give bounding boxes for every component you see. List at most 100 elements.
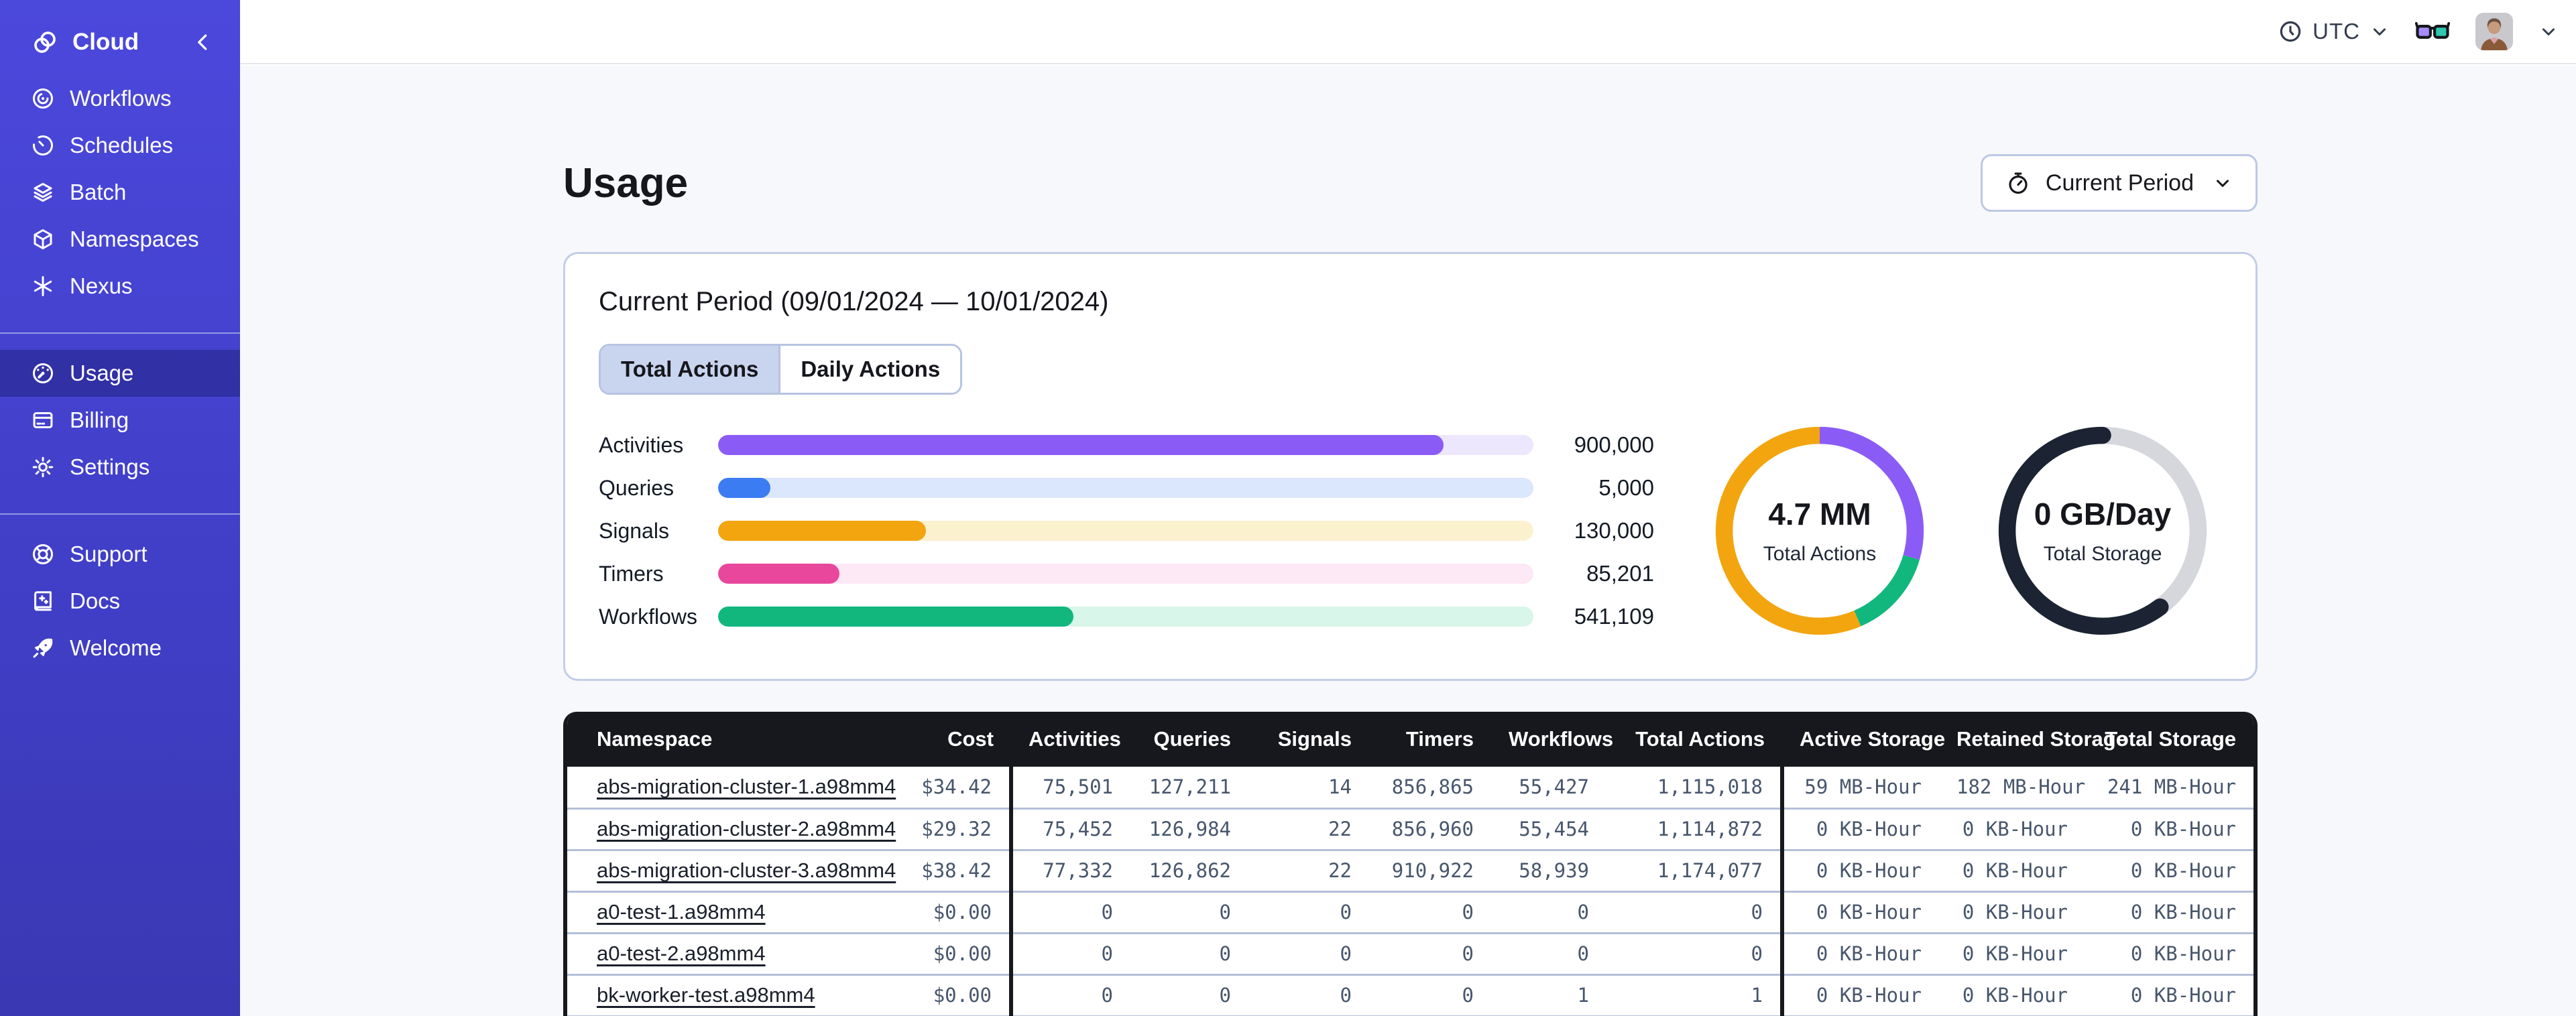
sidebar: Cloud Workflows Schedules Batch Namespaces N… xyxy=(0,0,240,1016)
column-header-cost: Cost xyxy=(843,712,1011,767)
namespace-link[interactable]: a0-test-2.a98mm4 xyxy=(597,942,766,965)
table-row: abs-migration-cluster-2.a98mm4 $29.32 75,4… xyxy=(567,807,2253,850)
sidebar-item-docs[interactable]: Docs xyxy=(0,578,240,625)
page-title: Usage xyxy=(563,160,689,206)
sidebar-item-label: Workflows xyxy=(70,86,172,111)
cell-timers: 910,922 xyxy=(1369,848,1491,891)
cell-signals: 14 xyxy=(1248,767,1369,808)
namespace-link[interactable]: abs-migration-cluster-1.a98mm4 xyxy=(597,775,896,798)
namespace-link[interactable]: abs-migration-cluster-3.a98mm4 xyxy=(597,859,896,882)
sidebar-item-schedules[interactable]: Schedules xyxy=(0,122,240,169)
donut-label: Total Actions xyxy=(1763,543,1877,565)
cell-total_storage: 241 MB-Hour xyxy=(2085,767,2253,808)
donut-total-storage: 0 GB/Day Total Storage xyxy=(1983,411,2222,650)
cell-activities: 75,452 xyxy=(1009,807,1130,850)
column-header-total_actions: Total Actions xyxy=(1606,712,1782,767)
table-row: abs-migration-cluster-1.a98mm4 $34.42 75,5… xyxy=(567,767,2253,808)
settings-icon xyxy=(31,455,55,479)
chevron-left-icon[interactable] xyxy=(193,32,213,52)
cell-total_storage: 0 KB-Hour xyxy=(2085,932,2253,974)
bar-value: 130,000 xyxy=(1574,518,1654,543)
chevron-down-icon xyxy=(2213,173,2233,193)
period-selector-button[interactable]: Current Period xyxy=(1980,154,2258,212)
card-title: Current Period (09/01/2024 — 10/01/2024) xyxy=(599,287,1109,316)
usage-icon xyxy=(31,361,55,385)
cell-total_actions: 0 xyxy=(1606,890,1782,933)
sidebar-item-nexus[interactable]: Nexus xyxy=(0,263,240,310)
sidebar-item-label: Nexus xyxy=(70,273,133,298)
sidebar-item-welcome[interactable]: Welcome xyxy=(0,625,240,672)
sidebar-item-label: Docs xyxy=(70,588,121,613)
avatar[interactable] xyxy=(2475,13,2513,50)
bar-track xyxy=(718,478,1533,498)
namespace-link[interactable]: bk-worker-test.a98mm4 xyxy=(597,983,815,1007)
cell-signals: 0 xyxy=(1248,973,1369,1016)
billing-icon xyxy=(31,408,55,432)
cell-timers: 856,960 xyxy=(1369,807,1491,850)
cell-queries: 127,211 xyxy=(1130,767,1248,808)
bar-track xyxy=(718,521,1533,541)
sidebar-item-namespaces[interactable]: Namespaces xyxy=(0,216,240,263)
chevron-down-icon xyxy=(2369,21,2390,42)
docs-icon xyxy=(31,589,55,613)
sidebar-item-settings[interactable]: Settings xyxy=(0,444,240,491)
tab-total-actions[interactable]: Total Actions xyxy=(601,346,779,393)
timezone-selector[interactable]: UTC xyxy=(2278,19,2390,44)
bar-track xyxy=(718,564,1533,584)
stopwatch-icon xyxy=(2005,170,2031,196)
sidebar-item-support[interactable]: Support xyxy=(0,531,240,578)
page-header: Usage Current Period xyxy=(563,154,2258,212)
sidebar-item-label: Schedules xyxy=(70,133,174,157)
sidebar-header: Cloud xyxy=(0,0,240,75)
bar-row-workflows: Workflows 541,109 xyxy=(599,595,1657,638)
sidebar-item-label: Billing xyxy=(70,407,129,432)
bar-label: Workflows xyxy=(599,604,697,629)
cell-total_actions: 1,115,018 xyxy=(1606,767,1782,808)
sidebar-item-label: Settings xyxy=(70,454,150,479)
cell-timers: 0 xyxy=(1369,932,1491,974)
cell-active_storage: 0 KB-Hour xyxy=(1780,890,1939,933)
sidebar-item-label: Support xyxy=(70,542,148,566)
cell-retained_storage: 0 KB-Hour xyxy=(1939,932,2085,974)
cell-total_actions: 1,174,077 xyxy=(1606,848,1782,891)
labs-glasses-icon[interactable] xyxy=(2415,18,2450,45)
table-row: a0-test-1.a98mm4 $0.00 0 0 0 0 0 0 0 KB-Hour 0 KB… xyxy=(567,890,2253,933)
timezone-label: UTC xyxy=(2312,19,2360,44)
cell-signals: 22 xyxy=(1248,848,1369,891)
sidebar-item-label: Namespaces xyxy=(70,227,199,251)
table-header-row: Namespace Cost Activities Queries Signals Tim… xyxy=(567,712,2253,767)
bar-label: Timers xyxy=(599,561,664,586)
bar-fill xyxy=(718,521,927,541)
sidebar-nav: Workflows Schedules Batch Namespaces Nexus Us… xyxy=(0,75,240,672)
clock-icon xyxy=(2278,19,2303,44)
column-header-active_storage: Active Storage xyxy=(1782,712,1945,767)
workflows-icon xyxy=(31,86,55,111)
bar-label: Queries xyxy=(599,475,675,500)
sidebar-item-usage[interactable]: Usage xyxy=(0,350,240,397)
bar-value: 900,000 xyxy=(1574,432,1654,457)
table-row: bk-worker-test.a98mm4 $0.00 0 0 0 0 1 1 0 KB-Hou… xyxy=(567,973,2253,1016)
bar-value: 5,000 xyxy=(1598,475,1654,500)
bar-fill xyxy=(718,607,1074,627)
cell-retained_storage: 0 KB-Hour xyxy=(1939,973,2085,1016)
usage-summary-card: Current Period (09/01/2024 — 10/01/2024)… xyxy=(563,252,2258,681)
bar-track xyxy=(718,435,1533,455)
sidebar-item-workflows[interactable]: Workflows xyxy=(0,75,240,122)
tab-daily-actions[interactable]: Daily Actions xyxy=(778,346,961,393)
namespace-link[interactable]: abs-migration-cluster-2.a98mm4 xyxy=(597,817,896,840)
cell-workflows: 55,427 xyxy=(1491,767,1606,808)
account-menu-chevron-icon[interactable] xyxy=(2538,21,2559,42)
welcome-icon xyxy=(31,636,55,660)
cell-workflows: 55,454 xyxy=(1491,807,1606,850)
namespace-link[interactable]: a0-test-1.a98mm4 xyxy=(597,900,766,924)
usage-bar-chart: Activities 900,000 Queries 5,000 Signals 130,… xyxy=(599,424,1657,638)
cell-workflows: 1 xyxy=(1491,973,1606,1016)
donut-value: 4.7 MM xyxy=(1768,497,1871,531)
cell-signals: 0 xyxy=(1248,890,1369,933)
sidebar-item-batch[interactable]: Batch xyxy=(0,169,240,216)
main-content: Usage Current Period Current Period (09/… xyxy=(240,66,2576,1016)
sidebar-item-billing[interactable]: Billing xyxy=(0,397,240,444)
cell-total_actions: 1,114,872 xyxy=(1606,807,1782,850)
cell-activities: 77,332 xyxy=(1009,848,1130,891)
cell-total_storage: 0 KB-Hour xyxy=(2085,848,2253,891)
